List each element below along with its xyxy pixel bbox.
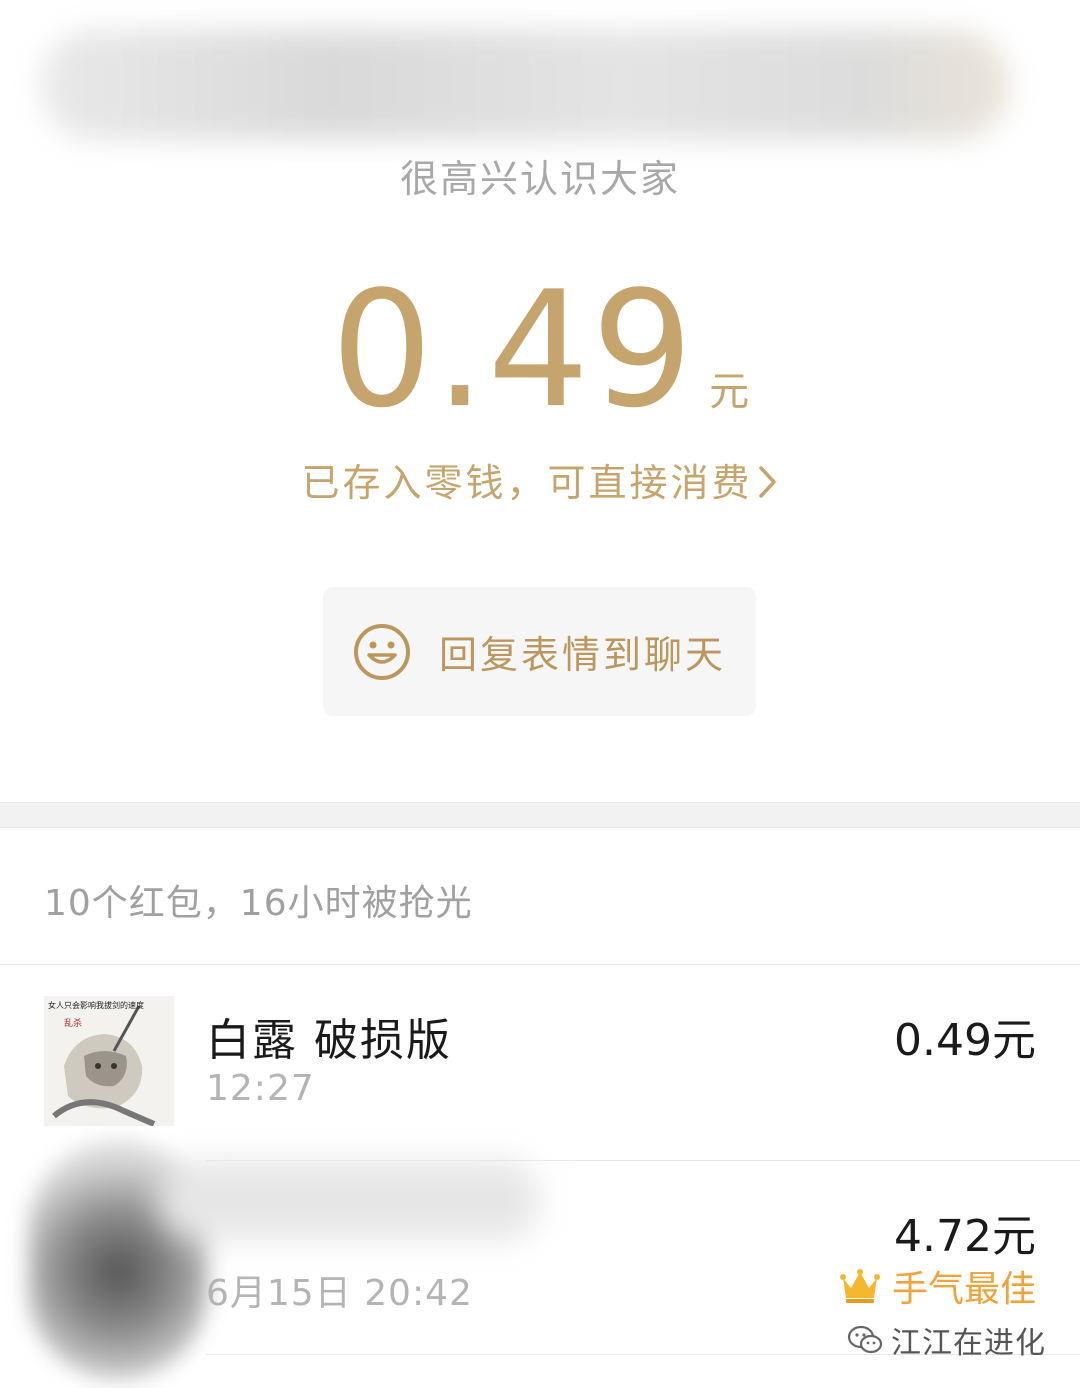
- list-item[interactable]: 女人只会影响我拔剑的速度 乱杀 白露 破损版 12:27 0.49元: [0, 964, 1080, 1160]
- record-amount: 0.49元: [894, 1015, 1036, 1066]
- record-time: 6月15日 20:42: [206, 1273, 473, 1314]
- record-name: 白露 破损版: [206, 1015, 452, 1066]
- greeting-text: 很高兴认识大家: [399, 157, 680, 201]
- section-separator: [0, 802, 1080, 828]
- received-amount: 0.49 元: [0, 270, 1080, 430]
- smiley-face-icon: [353, 623, 410, 680]
- chevron-right-icon: [757, 464, 779, 508]
- best-luck-badge: 手气最佳: [839, 1260, 1036, 1312]
- avatar: 女人只会影响我拔剑的速度 乱杀: [44, 996, 174, 1126]
- record-time: 12:27: [206, 1068, 315, 1109]
- best-luck-label: 手气最佳: [891, 1269, 1036, 1310]
- svg-text:乱杀: 乱杀: [64, 1017, 82, 1029]
- blurred-name: [160, 1160, 540, 1240]
- wechat-icon: [847, 1325, 883, 1354]
- watermark-label: 江江在进化: [891, 1326, 1046, 1361]
- amount-number: 0.49: [330, 256, 696, 443]
- reply-sticker-button[interactable]: 回复表情到聊天: [323, 587, 756, 716]
- crown-icon: [839, 1269, 880, 1303]
- packet-summary: 10个红包，16小时被抢光: [44, 883, 473, 924]
- stored-link-label: 已存入零钱，可直接消费: [301, 461, 753, 505]
- avatar-image: 女人只会影响我拔剑的速度 乱杀: [44, 996, 174, 1126]
- blurred-sender-banner: [40, 30, 1010, 140]
- svg-text:女人只会影响我拔剑的速度: 女人只会影响我拔剑的速度: [48, 1000, 144, 1010]
- record-amount: 4.72元: [894, 1211, 1036, 1262]
- watermark: 江江在进化: [847, 1318, 1046, 1362]
- stored-to-change-link[interactable]: 已存入零钱，可直接消费: [0, 452, 1080, 508]
- reply-button-label: 回复表情到聊天: [438, 633, 726, 677]
- amount-unit: 元: [709, 369, 750, 415]
